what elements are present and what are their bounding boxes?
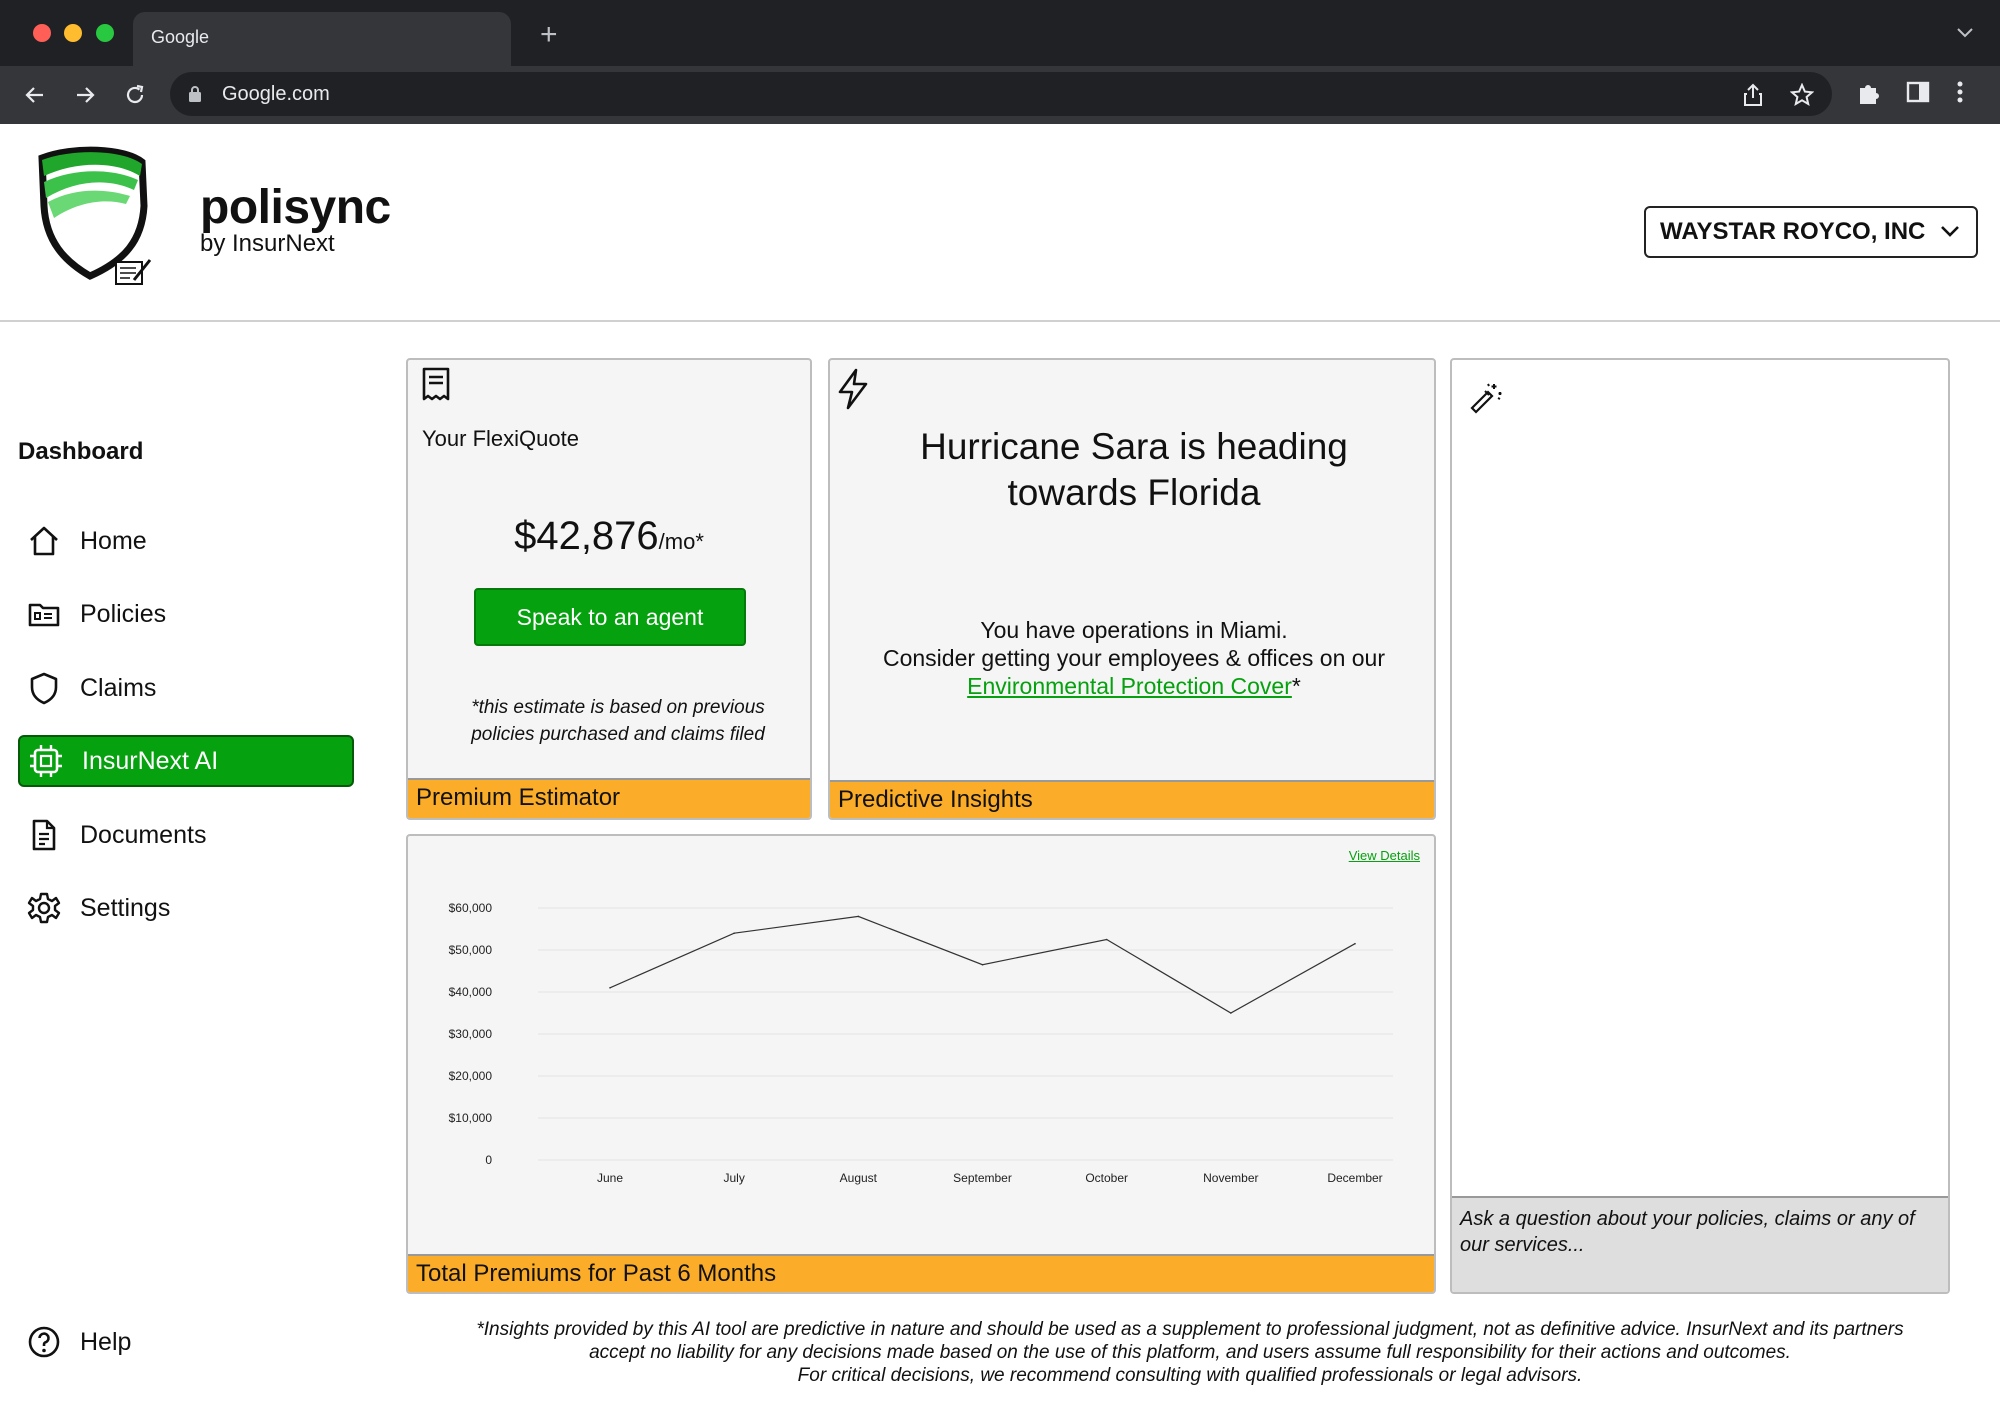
side-panel-icon[interactable] (1906, 80, 1930, 109)
window-minimize-button[interactable] (64, 24, 82, 42)
document-icon (26, 817, 62, 853)
company-name: WAYSTAR ROYCO, INC (1660, 218, 1926, 245)
sidebar-item-label: InsurNext AI (82, 746, 219, 775)
window-zoom-button[interactable] (96, 24, 114, 42)
y-tick-label: $20,000 (449, 1069, 493, 1083)
sidebar-item-insurnext-ai[interactable]: InsurNext AI (18, 735, 354, 787)
help-link[interactable]: Help (18, 1324, 131, 1360)
magic-wand-icon (1468, 380, 1504, 421)
quote-price-value: $42,876 (514, 514, 659, 558)
help-label: Help (80, 1327, 132, 1356)
sidebar-title: Dashboard (18, 438, 144, 465)
y-tick-label: $10,000 (449, 1111, 493, 1125)
data-point (609, 987, 611, 989)
new-tab-button[interactable]: + (540, 20, 558, 50)
sidebar-item-label: Documents (80, 820, 207, 849)
browser-tab[interactable]: Google (133, 12, 511, 66)
predictive-insights-title: Predictive Insights (830, 780, 1434, 818)
brand-tagline: by InsurNext (200, 230, 335, 257)
quote-note: *this estimate is based on previous poli… (471, 697, 765, 745)
chevron-down-icon (1941, 226, 1959, 237)
sidebar-item-policies[interactable]: Policies (18, 588, 354, 640)
x-tick-label: August (840, 1171, 878, 1185)
company-selector[interactable]: WAYSTAR ROYCO, INC (1644, 206, 1978, 258)
home-icon (26, 523, 62, 559)
browser-menu-icon[interactable] (1956, 80, 1964, 109)
sidebar-item-claims[interactable]: Claims (18, 662, 354, 714)
lock-icon (188, 85, 202, 108)
quote-price-unit: /mo* (658, 529, 704, 554)
gear-icon (26, 890, 62, 926)
url-text: Google.com (222, 83, 330, 105)
y-tick-label: 0 (485, 1153, 492, 1167)
y-tick-label: $60,000 (449, 901, 493, 915)
sidebar-item-settings[interactable]: Settings (18, 882, 354, 934)
data-point (981, 963, 984, 966)
sidebar-item-label: Policies (80, 599, 167, 628)
y-tick-label: $40,000 (449, 985, 493, 999)
insight-body: You have operations in Miami. Consider g… (840, 616, 1428, 700)
browser-tab-strip: Google + (0, 0, 2000, 66)
polisync-logo-icon (34, 146, 164, 291)
x-tick-label: October (1085, 1171, 1128, 1185)
premium-estimator-card: Your FlexiQuote $42,876/mo* Speak to an … (406, 358, 812, 820)
share-icon[interactable] (1742, 83, 1764, 112)
folder-icon (26, 596, 62, 632)
ai-question-input[interactable]: Ask a question about your policies, clai… (1452, 1196, 1948, 1292)
reload-icon[interactable] (120, 80, 150, 110)
ai-assistant-card: Ask a question about your policies, clai… (1450, 358, 1950, 1294)
quote-label: Your FlexiQuote (422, 426, 579, 451)
forward-arrow-icon[interactable] (70, 80, 100, 110)
data-point (1354, 942, 1356, 945)
x-tick-label: June (597, 1171, 623, 1185)
help-circle-icon (26, 1324, 62, 1360)
speak-to-agent-button[interactable]: Speak to an agent (474, 588, 746, 646)
quote-price: $42,876/mo* (408, 514, 810, 559)
disclaimer-line-3: For critical decisions, we recommend con… (797, 1365, 1583, 1386)
sidebar-item-label: Claims (80, 673, 157, 702)
sidebar-item-documents[interactable]: Documents (18, 809, 354, 861)
sidebar-item-home[interactable]: Home (18, 515, 354, 567)
x-tick-label: December (1327, 1171, 1382, 1185)
sidebar-item-label: Home (80, 526, 147, 555)
app-header: polisync by InsurNext WAYSTAR ROYCO, INC (0, 124, 2000, 322)
data-point (857, 915, 860, 918)
data-point (1230, 1012, 1232, 1014)
sidebar-item-label: Settings (80, 893, 171, 922)
brand-name: polisync (200, 181, 391, 234)
insight-link-suffix: * (1291, 673, 1301, 699)
x-tick-label: November (1203, 1171, 1258, 1185)
window-close-button[interactable] (33, 24, 51, 42)
data-point (1105, 938, 1108, 941)
insight-title: Hurricane Sara is heading towards Florid… (920, 426, 1348, 513)
disclaimer-line-1: *Insights provided by this AI tool are p… (476, 1319, 1904, 1340)
x-tick-label: September (953, 1171, 1012, 1185)
address-bar[interactable]: Google.com (170, 72, 1832, 116)
environmental-protection-cover-link[interactable]: Environmental Protection Cover (967, 673, 1292, 699)
receipt-icon (420, 366, 452, 407)
chip-icon (28, 743, 64, 779)
insight-body-line-2: Consider getting your employees & office… (882, 645, 1386, 671)
disclaimer-line-2: accept no liability for any decisions ma… (589, 1342, 1791, 1363)
tab-search-chevron-icon[interactable] (1956, 26, 1974, 44)
premium-estimator-title: Premium Estimator (408, 778, 810, 818)
insight-body-line-1: You have operations in Miami. (980, 617, 1288, 643)
bookmark-star-icon[interactable] (1789, 82, 1815, 112)
back-arrow-icon[interactable] (20, 80, 50, 110)
predictive-insights-card: Hurricane Sara is heading towards Florid… (828, 358, 1436, 820)
ai-disclaimer: *Insights provided by this AI tool are p… (412, 1318, 1968, 1387)
shield-icon (26, 670, 62, 706)
tab-title: Google (151, 27, 210, 47)
extensions-puzzle-icon[interactable] (1856, 80, 1882, 111)
browser-toolbar: Google.com (0, 66, 2000, 124)
lightning-bolt-icon (836, 368, 870, 415)
data-point (733, 932, 735, 934)
x-tick-label: July (723, 1171, 744, 1185)
total-premiums-chart-card: View Details 0 $10,000 $20,000 $30,000 $40,0… (406, 834, 1436, 1294)
y-tick-label: $30,000 (449, 1027, 493, 1041)
y-tick-label: $50,000 (449, 943, 493, 957)
premiums-line-chart: 0 $10,000 $20,000 $30,000 $40,000 $50,000 $60,… (449, 901, 1393, 1185)
total-premiums-title: Total Premiums for Past 6 Months (408, 1254, 1434, 1292)
